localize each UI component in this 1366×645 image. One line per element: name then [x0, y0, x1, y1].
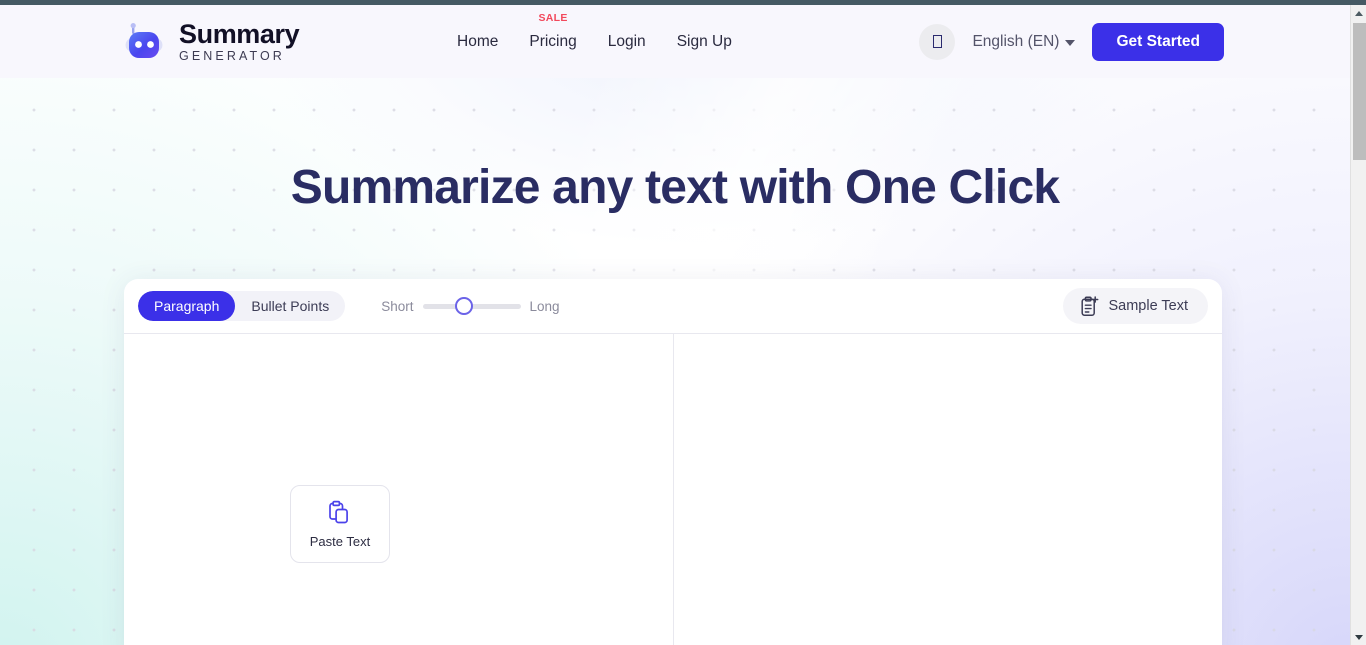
paste-text-label: Paste Text: [309, 534, 371, 549]
paste-clipboard-icon: [329, 500, 348, 524]
triangle-down-icon: [1355, 634, 1363, 640]
sale-badge: SALE: [538, 11, 568, 24]
summary-style-toggle: Paragraph Bullet Points: [138, 291, 346, 321]
missing-glyph-icon: [932, 35, 942, 48]
nav-link-login[interactable]: Login: [606, 29, 648, 55]
nav-link-login-label: Login: [607, 32, 646, 50]
summarizer-card: Paragraph Bullet Points Short Long Sampl…: [124, 279, 1222, 645]
summarizer-body: Paste Text: [124, 334, 1222, 645]
summarizer-toolbar: Paragraph Bullet Points Short Long Sampl…: [124, 279, 1222, 334]
brand-logo[interactable]: Summary GENERATOR: [122, 18, 300, 63]
primary-navigation: Home SALE Pricing Login Sign Up: [455, 12, 734, 55]
paste-text-card[interactable]: Paste Text: [290, 485, 390, 563]
nav-link-signup-label: Sign Up: [676, 32, 732, 50]
page-viewport: Summary GENERATOR Home SALE Pricing Logi…: [0, 5, 1350, 645]
sample-text-label: Sample Text: [1108, 298, 1188, 314]
clipboard-plus-icon: [1081, 295, 1099, 316]
page-scrollbar[interactable]: [1350, 5, 1366, 645]
site-header: Summary GENERATOR Home SALE Pricing Logi…: [0, 5, 1350, 78]
nav-link-signup[interactable]: Sign Up: [675, 29, 734, 55]
summary-length-slider-group: Short Long: [381, 297, 560, 315]
browser-top-chrome-bar: [0, 0, 1366, 5]
brand-name: Summary: [179, 18, 300, 49]
nav-link-home-label: Home: [457, 32, 499, 50]
get-started-button[interactable]: Get Started: [1092, 22, 1224, 61]
nav-link-pricing-label: Pricing: [529, 32, 577, 50]
style-option-bullet-points[interactable]: Bullet Points: [235, 291, 345, 321]
header-right-controls: English (EN) Get Started: [919, 22, 1224, 61]
brand-text-block: Summary GENERATOR: [179, 18, 300, 63]
nav-link-home[interactable]: Home: [455, 29, 500, 55]
scroll-down-arrow[interactable]: [1351, 629, 1366, 645]
language-selector-label: English (EN): [972, 32, 1060, 50]
slider-thumb[interactable]: [454, 297, 473, 315]
triangle-up-icon: [1355, 10, 1363, 16]
slider-min-label: Short: [381, 298, 414, 314]
style-option-paragraph[interactable]: Paragraph: [138, 291, 236, 321]
scroll-up-arrow[interactable]: [1351, 5, 1366, 21]
theme-toggle-button[interactable]: [919, 23, 956, 60]
chevron-down-icon: [1065, 40, 1076, 46]
robot-head-icon: [125, 22, 163, 58]
brand-subtitle: GENERATOR: [179, 48, 285, 63]
summary-length-slider[interactable]: [422, 297, 521, 315]
sample-text-button[interactable]: Sample Text: [1063, 288, 1208, 324]
language-selector[interactable]: English (EN): [972, 32, 1076, 51]
slider-max-label: Long: [529, 298, 560, 314]
nav-link-pricing[interactable]: SALE Pricing: [527, 12, 578, 55]
page-title: Summarize any text with One Click: [290, 161, 1060, 214]
output-pane[interactable]: [674, 334, 1222, 645]
scrollbar-thumb[interactable]: [1353, 23, 1366, 160]
input-pane[interactable]: Paste Text: [124, 334, 674, 645]
